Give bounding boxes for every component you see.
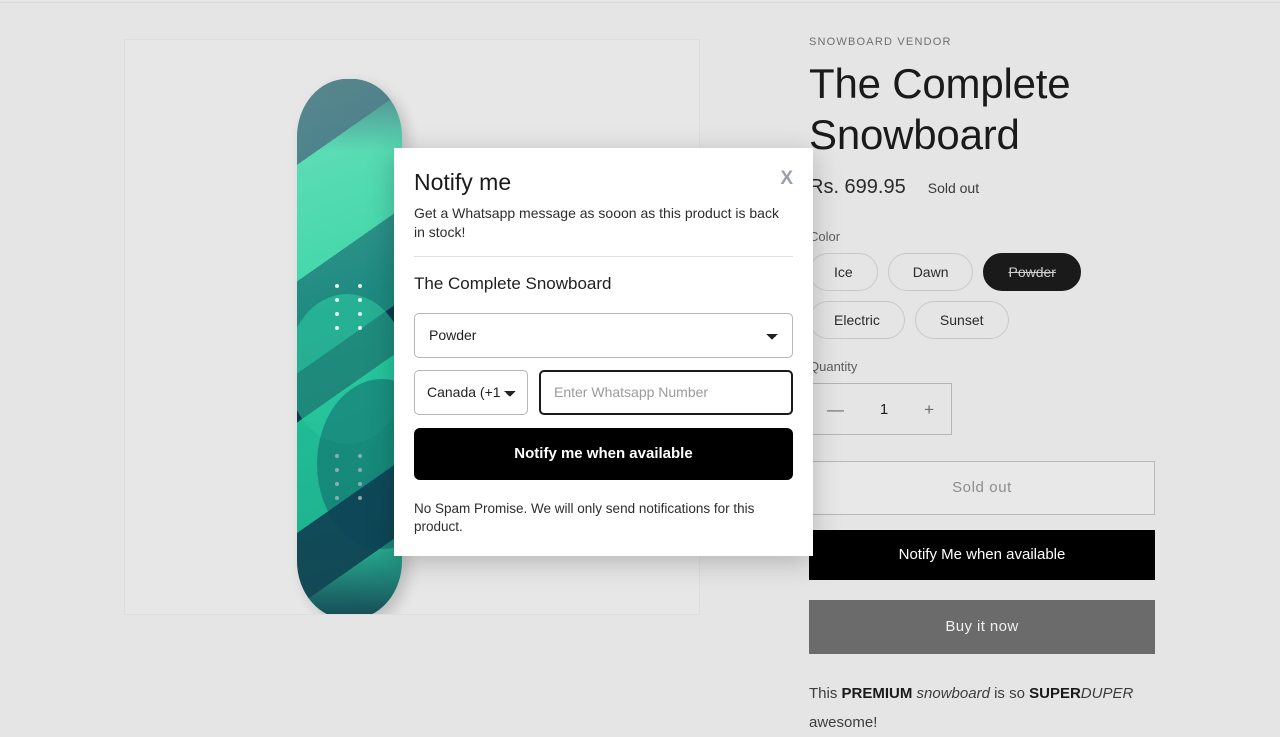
color-option-label: Color: [809, 229, 841, 245]
desc-part2: is so: [989, 685, 1030, 703]
quantity-stepper[interactable]: — 1 +: [809, 383, 952, 436]
color-swatch-sunset[interactable]: Sunset: [914, 301, 1009, 340]
product-description: This PREMIUM snowboard is so SUPERDUPER …: [809, 680, 1155, 737]
modal-subtitle: Get a Whatsapp message as sooon as this …: [414, 205, 779, 240]
page-top-rule: [0, 2, 1280, 3]
product-info-panel: SNOWBOARD VENDOR The Complete Snowboard …: [809, 36, 1155, 737]
sold-out-button[interactable]: Sold out: [809, 461, 1155, 516]
board-sheen: [297, 79, 402, 614]
quantity-section: Quantity — 1 +: [809, 359, 1155, 436]
binding-holes-bottom-icon: [335, 454, 365, 504]
phone-entry-row: Canada (+1): [414, 369, 793, 415]
whatsapp-number-input[interactable]: [539, 369, 793, 415]
close-icon[interactable]: X: [780, 169, 793, 188]
country-code-select[interactable]: Canada (+1): [414, 369, 528, 415]
modal-title: Notify me: [414, 169, 512, 195]
modal-spam-note: No Spam Promise. We will only send notif…: [414, 500, 755, 535]
color-swatch-dawn[interactable]: Dawn: [887, 253, 974, 292]
color-swatch-ice[interactable]: Ice: [809, 253, 878, 292]
page-title: The Complete Snowboard: [809, 60, 1071, 159]
desc-part1: This: [809, 685, 842, 703]
desc-bold1: PREMIUM: [841, 685, 913, 703]
availability-badge: Sold out: [927, 180, 980, 197]
quantity-decrease-button[interactable]: —: [827, 401, 844, 418]
desc-italic2: DUPER: [1080, 685, 1134, 703]
modal-divider: [414, 255, 793, 257]
notify-me-button[interactable]: Notify Me when available: [809, 530, 1155, 581]
variant-select[interactable]: Powder: [414, 312, 793, 358]
modal-submit-button[interactable]: Notify me when available: [414, 427, 793, 480]
desc-italic1: snowboard: [912, 685, 990, 703]
notify-me-modal: X Notify me Get a Whatsapp message as so…: [394, 148, 813, 556]
color-swatch-group: Ice Dawn Powder Electric Sunset: [809, 253, 1109, 340]
modal-product-name: The Complete Snowboard: [414, 273, 612, 293]
quantity-label: Quantity: [809, 359, 858, 375]
snowboard-primary-image: [297, 79, 402, 614]
quantity-value[interactable]: 1: [880, 401, 888, 418]
price-row: Rs. 699.95 Sold out: [809, 176, 1155, 199]
binding-holes-top-icon: [335, 284, 365, 334]
color-swatch-electric[interactable]: Electric: [809, 301, 905, 340]
product-vendor: SNOWBOARD VENDOR: [809, 36, 952, 48]
color-swatch-powder[interactable]: Powder: [983, 253, 1081, 292]
buy-it-now-button[interactable]: Buy it now: [809, 600, 1155, 655]
desc-part3: awesome!: [809, 713, 878, 731]
quantity-increase-button[interactable]: +: [924, 401, 934, 418]
product-price: Rs. 699.95: [809, 176, 906, 199]
desc-bold2: SUPER: [1029, 685, 1081, 703]
